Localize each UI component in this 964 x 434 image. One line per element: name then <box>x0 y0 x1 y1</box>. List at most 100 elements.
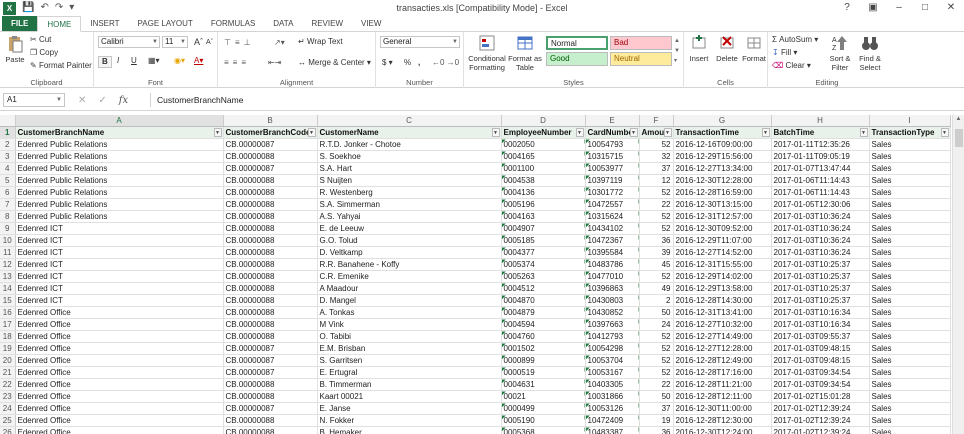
table-cell[interactable]: Edenred Office <box>15 354 224 367</box>
table-cell[interactable]: 52 <box>639 342 674 355</box>
find-select-button[interactable]: Find & Select <box>856 34 884 72</box>
table-cell[interactable]: 2017-01-03T10:25:37 <box>771 270 870 283</box>
decimal-icons[interactable]: ←0 →0 <box>432 58 459 68</box>
table-cell[interactable]: 0004512 <box>501 282 586 295</box>
table-cell[interactable]: 10315624 <box>585 210 640 223</box>
table-cell[interactable]: 2016-12-27T14:52:00 <box>673 246 772 259</box>
table-cell[interactable]: Edenred Public Relations <box>15 162 224 175</box>
table-cell[interactable]: 2017-01-07T13:47:44 <box>771 162 870 175</box>
table-cell[interactable]: 2017-01-03T09:55:37 <box>771 330 870 343</box>
table-cell[interactable]: Edenred ICT <box>15 222 224 235</box>
table-cell[interactable]: 52 <box>639 222 674 235</box>
header-cell[interactable]: CardNumbe ▼ <box>585 126 640 139</box>
sort-filter-button[interactable]: AZ Sort & Filter <box>826 34 854 72</box>
table-cell[interactable]: CB.00000088 <box>223 306 318 319</box>
table-cell[interactable]: S. Garritsen <box>317 354 502 367</box>
table-cell[interactable]: 2016-12-31T15:55:00 <box>673 258 772 271</box>
table-cell[interactable]: 2016-12-30T09:52:00 <box>673 222 772 235</box>
customize-qat-icon[interactable]: ▾ <box>69 0 74 16</box>
table-cell[interactable]: 39 <box>639 246 674 259</box>
header-cell[interactable]: CustomerName ▼ <box>317 126 502 139</box>
table-cell[interactable]: CB.00000088 <box>223 174 318 187</box>
scroll-up-icon[interactable]: ▲ <box>953 116 964 126</box>
style-bad[interactable]: Bad <box>610 36 672 50</box>
format-painter-button[interactable]: ✎ Format Painter <box>30 61 92 71</box>
table-cell[interactable]: 10301772 <box>585 186 640 199</box>
table-cell[interactable]: 10053977 <box>585 162 640 175</box>
table-cell[interactable]: 2017-01-11T09:05:19 <box>771 150 870 163</box>
table-cell[interactable]: 52 <box>639 330 674 343</box>
row-header[interactable]: 17 <box>0 318 16 331</box>
table-cell[interactable]: 2017-01-03T10:36:24 <box>771 210 870 223</box>
header-cell[interactable]: TransactionType ▼ <box>869 126 951 139</box>
table-cell[interactable]: 10395584 <box>585 246 640 259</box>
table-cell[interactable]: Edenred ICT <box>15 294 224 307</box>
tab-review[interactable]: REVIEW <box>302 16 352 31</box>
table-cell[interactable]: 2017-01-02T12:39:24 <box>771 414 870 427</box>
table-cell[interactable]: CB.00000087 <box>223 354 318 367</box>
table-cell[interactable]: 2017-01-02T15:01:28 <box>771 390 870 403</box>
table-cell[interactable]: 2016-12-31T13:41:00 <box>673 306 772 319</box>
cancel-icon[interactable]: ✕ <box>78 95 86 106</box>
table-cell[interactable]: Sales <box>869 138 951 151</box>
column-header[interactable]: D <box>501 115 586 127</box>
delete-cells-button[interactable]: Delete <box>714 34 740 63</box>
header-cell[interactable]: Amou ▼ <box>639 126 674 139</box>
table-cell[interactable]: CB.00000088 <box>223 390 318 403</box>
italic-button[interactable]: I <box>114 56 122 66</box>
table-cell[interactable]: CB.00000087 <box>223 402 318 415</box>
orientation-icon[interactable]: ↗▾ <box>274 38 285 48</box>
tab-insert[interactable]: INSERT <box>81 16 128 31</box>
row-header[interactable]: 22 <box>0 378 16 391</box>
table-cell[interactable]: 50 <box>639 306 674 319</box>
style-neutral[interactable]: Neutral <box>610 52 672 66</box>
row-header[interactable]: 8 <box>0 210 16 223</box>
table-cell[interactable]: 2016-12-16T09:00:00 <box>673 138 772 151</box>
table-cell[interactable]: Sales <box>869 162 951 175</box>
table-cell[interactable]: 36 <box>639 426 674 434</box>
row-header[interactable]: 15 <box>0 294 16 307</box>
table-cell[interactable]: Edenred ICT <box>15 258 224 271</box>
table-cell[interactable]: CB.00000088 <box>223 378 318 391</box>
format-as-table-button[interactable]: Format as Table <box>508 34 542 72</box>
table-cell[interactable]: CB.00000088 <box>223 246 318 259</box>
table-cell[interactable]: 49 <box>639 282 674 295</box>
table-cell[interactable]: 2016-12-29T13:58:00 <box>673 282 772 295</box>
merge-center-button[interactable]: ↔ Merge & Center ▾ <box>298 58 371 68</box>
table-cell[interactable]: 10430803 <box>585 294 640 307</box>
row-header[interactable]: 26 <box>0 426 16 434</box>
table-cell[interactable]: CB.00000088 <box>223 198 318 211</box>
table-cell[interactable]: CB.00000088 <box>223 150 318 163</box>
table-cell[interactable]: G.O. Tolud <box>317 234 502 247</box>
font-color-icon[interactable]: A▾ <box>194 56 203 66</box>
table-cell[interactable]: Sales <box>869 330 951 343</box>
column-header[interactable]: G <box>673 115 772 127</box>
table-cell[interactable]: 2016-12-28T16:59:00 <box>673 186 772 199</box>
table-cell[interactable]: CB.00000087 <box>223 138 318 151</box>
table-cell[interactable]: Edenred Office <box>15 318 224 331</box>
table-cell[interactable]: 2017-01-06T11:14:43 <box>771 174 870 187</box>
copy-button[interactable]: ❐ Copy <box>30 48 58 58</box>
table-cell[interactable]: E.M. Brisban <box>317 342 502 355</box>
select-all-corner[interactable] <box>0 115 16 127</box>
filter-dropdown-icon[interactable]: ▼ <box>307 128 316 137</box>
table-cell[interactable]: 50 <box>639 390 674 403</box>
table-cell[interactable]: C.R. Emenike <box>317 270 502 283</box>
table-cell[interactable]: 0004377 <box>501 246 586 259</box>
table-cell[interactable]: 10054298 <box>585 342 640 355</box>
scroll-thumb[interactable] <box>955 129 963 147</box>
table-cell[interactable]: 0005196 <box>501 198 586 211</box>
table-cell[interactable]: Edenred Office <box>15 342 224 355</box>
table-cell[interactable]: 2016-12-28T12:11:00 <box>673 390 772 403</box>
table-cell[interactable]: Sales <box>869 366 951 379</box>
table-cell[interactable]: D. Veltkamp <box>317 246 502 259</box>
table-cell[interactable]: 36 <box>639 234 674 247</box>
row-header[interactable]: 20 <box>0 354 16 367</box>
table-cell[interactable]: Sales <box>869 342 951 355</box>
vertical-align-icons[interactable]: ⊤≡⊥ <box>224 38 255 48</box>
fill-color-icon[interactable]: ◉▾ <box>174 56 185 66</box>
row-header[interactable]: 12 <box>0 258 16 271</box>
table-cell[interactable]: 22 <box>639 198 674 211</box>
header-cell[interactable]: CustomerBranchCode ▼ <box>223 126 318 139</box>
table-cell[interactable]: 0005185 <box>501 234 586 247</box>
